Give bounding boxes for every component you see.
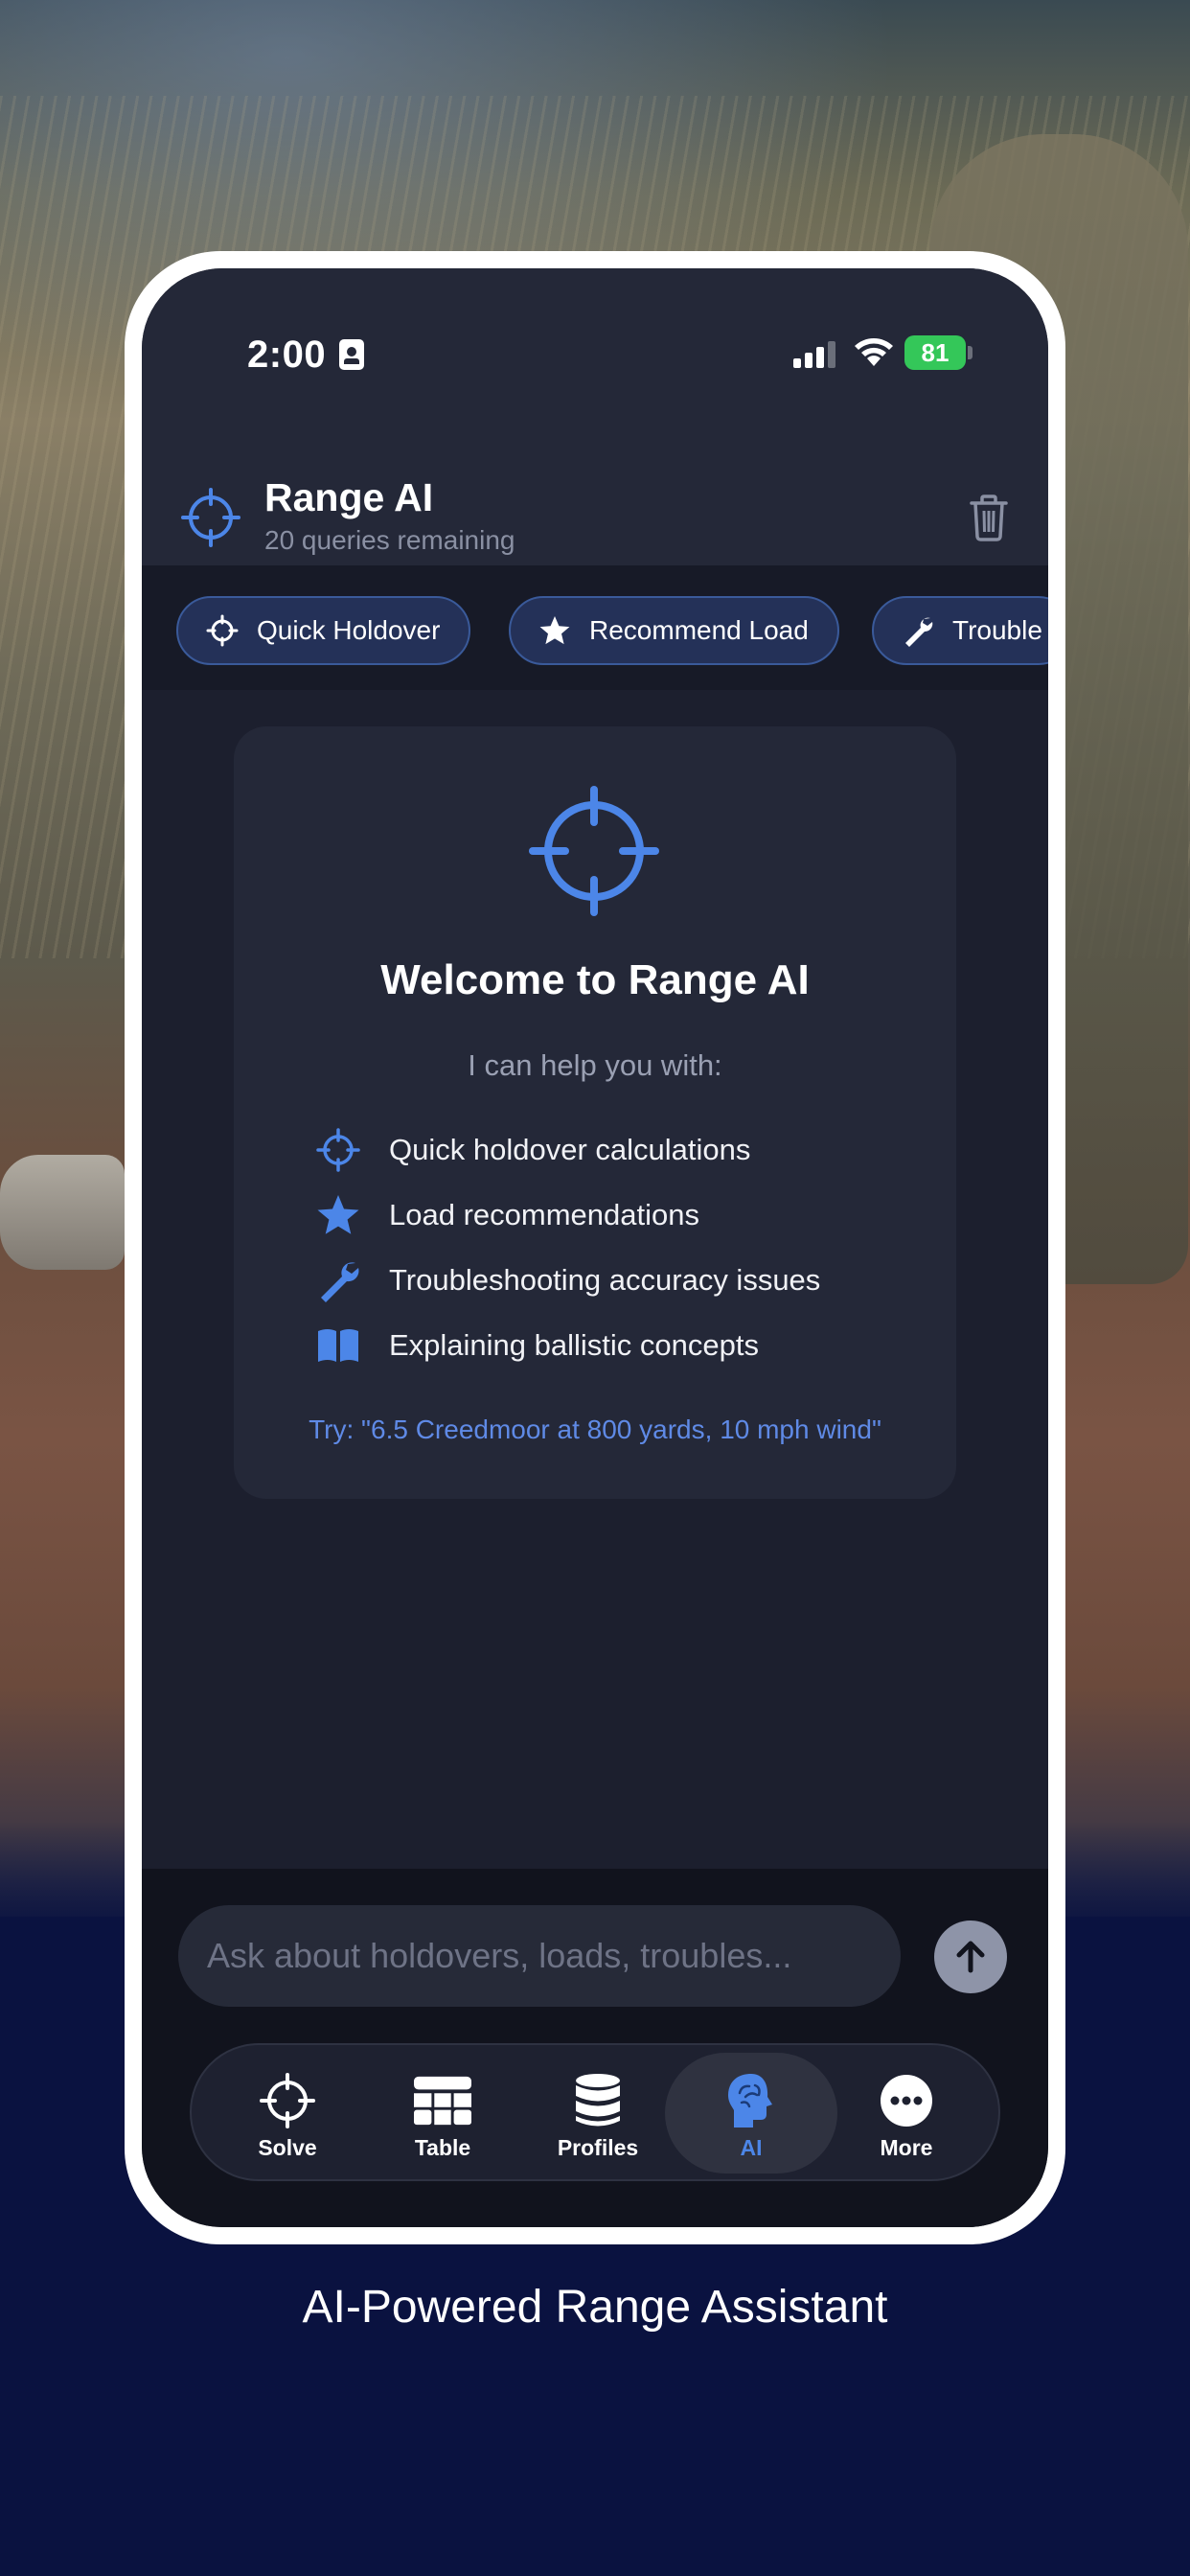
- wifi-icon: [855, 338, 893, 366]
- chip-recommend-load[interactable]: Recommend Load: [509, 596, 839, 665]
- feature-label: Quick holdover calculations: [389, 1133, 751, 1166]
- battery-level: 81: [921, 338, 950, 367]
- database-icon: [569, 2072, 627, 2129]
- send-button[interactable]: [934, 1920, 1007, 1993]
- crosshair-icon: [181, 488, 240, 547]
- crosshair-icon: [314, 1126, 362, 1174]
- tab-label: AI: [740, 2135, 763, 2160]
- welcome-title: Welcome to Range AI: [380, 956, 810, 1003]
- status-bar: 2:00 81: [142, 268, 1048, 393]
- tab-more[interactable]: More: [820, 2053, 993, 2174]
- crosshair-icon: [205, 613, 240, 648]
- input-area: Solve Table: [142, 1869, 1048, 2227]
- cellular-signal-icon: [793, 341, 837, 368]
- welcome-card: Welcome to Range AI I can help you with:: [234, 726, 956, 1499]
- try-example[interactable]: Try: "6.5 Creedmoor at 800 yards, 10 mph…: [234, 1414, 956, 1445]
- status-time: 2:00: [247, 334, 327, 376]
- caption: AI-Powered Range Assistant: [302, 2282, 888, 2333]
- feature-label: Load recommendations: [389, 1198, 699, 1231]
- feature-list: Quick holdover calculations Load recomme…: [314, 1117, 927, 1378]
- list-item: Load recommendations: [314, 1183, 927, 1248]
- phone-frame: 2:00 81 Range AI 20 queries remaining Qu…: [125, 251, 1065, 2244]
- star-icon: [538, 613, 572, 648]
- tab-profiles[interactable]: Profiles: [512, 2053, 684, 2174]
- queries-remaining: 20 queries remaining: [264, 525, 515, 555]
- feature-label: Explaining ballistic concepts: [389, 1328, 759, 1362]
- brain-icon: [722, 2072, 780, 2129]
- chat-input[interactable]: [178, 1905, 901, 2007]
- wrench-icon: [314, 1256, 362, 1304]
- feature-label: Troubleshooting accuracy issues: [389, 1263, 821, 1297]
- book-icon: [314, 1322, 362, 1369]
- chip-label: Quick Holdover: [257, 615, 441, 645]
- list-item: Quick holdover calculations: [314, 1117, 927, 1183]
- battery-cap: [968, 346, 973, 359]
- tab-ai[interactable]: AI: [665, 2053, 837, 2174]
- tab-label: Profiles: [557, 2135, 639, 2160]
- star-icon: [314, 1191, 362, 1239]
- chat-area: Welcome to Range AI I can help you with:: [142, 690, 1048, 1869]
- list-item: Troubleshooting accuracy issues: [314, 1248, 927, 1313]
- arrow-up-icon: [956, 1941, 985, 1973]
- tab-bar: Solve Table Profiles AI More: [190, 2043, 1000, 2181]
- crosshair-icon: [529, 786, 659, 916]
- chip-label: Recommend Load: [589, 615, 809, 645]
- quick-actions-bar: Quick Holdover Recommend Load Trouble: [142, 565, 1048, 690]
- trash-icon[interactable]: [968, 493, 1010, 542]
- crosshair-icon: [259, 2072, 316, 2129]
- battery-icon: 81: [904, 335, 966, 370]
- tab-solve[interactable]: Solve: [201, 2053, 374, 2174]
- page-title: Range AI: [264, 475, 434, 519]
- contact-card-icon: [339, 339, 364, 370]
- chip-label: Trouble: [952, 615, 1042, 645]
- tab-label: More: [880, 2135, 933, 2160]
- tab-label: Table: [414, 2135, 471, 2160]
- background-sandbag: [0, 1155, 125, 1270]
- wrench-icon: [901, 613, 935, 648]
- phone-screen: 2:00 81 Range AI 20 queries remaining Qu…: [142, 268, 1048, 2227]
- tab-table[interactable]: Table: [356, 2053, 529, 2174]
- more-icon: [878, 2072, 935, 2129]
- chip-troubleshoot[interactable]: Trouble: [872, 596, 1048, 665]
- tab-label: Solve: [258, 2135, 317, 2160]
- table-icon: [414, 2072, 471, 2129]
- welcome-intro: I can help you with:: [468, 1048, 722, 1082]
- app-header: Range AI 20 queries remaining: [142, 393, 1048, 565]
- list-item: Explaining ballistic concepts: [314, 1313, 927, 1378]
- chip-quick-holdover[interactable]: Quick Holdover: [176, 596, 471, 665]
